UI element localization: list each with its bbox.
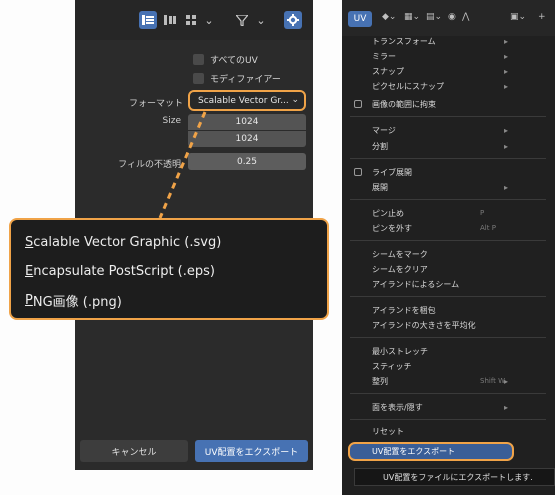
display-mode-list-button[interactable] [139,11,157,29]
menu-item-minimize-stretch[interactable]: 最小ストレッチ [342,344,555,358]
menu-item-seams-from-islands[interactable]: アイランドによるシーム [342,277,555,291]
menu-item-stitch[interactable]: スティッチ [342,359,555,373]
menu-separator [350,199,546,200]
menu-item-unwrap[interactable]: 展開 ▸ [342,180,555,194]
format-option-svg[interactable]: Scalable Vector Graphic (.svg) [11,228,327,257]
menu-item-mark-seam[interactable]: シームをマーク [342,247,555,261]
menu-item-export-uv-layout[interactable]: UV配置をエクスポート [348,442,514,461]
screenshot-stage: ⌄ ⌄ すべてのUV モディファイアー フォーマット Scalable Vect… [0,0,555,495]
filter-button[interactable] [233,11,251,29]
menu-item-merge[interactable]: マージ ▸ [342,123,555,137]
format-option-png[interactable]: P NG画像 (.png) [11,286,327,315]
export-uv-tooltip: UV配置をファイルにエクスポートします. [354,468,555,486]
format-dropdown[interactable]: Scalable Vector Gr... ⌄ [188,90,306,111]
fill-opacity-slider[interactable]: 0.25 [188,153,306,170]
sync-selection-icon[interactable]: ◆⌄ [382,12,396,22]
modifiers-label: モディファイアー [210,74,281,85]
menu-item-average-island-scale[interactable]: アイランドの大きさを平均化 [342,318,555,332]
checkbox-box[interactable] [193,72,204,84]
submenu-arrow-icon: ▸ [504,141,509,151]
thumbnail-list-icon [164,15,176,25]
cancel-button[interactable]: キャンセル [80,440,188,462]
menu-separator [350,393,546,394]
display-mode-thumb-button[interactable] [161,11,179,29]
filter-chevron-icon[interactable]: ⌄ [255,11,267,29]
menu-separator [350,116,546,117]
menu-separator [350,158,546,159]
format-option-eps[interactable]: Encapsulate PostScript (.eps) [11,257,327,286]
menu-separator [350,296,546,297]
size-x-field[interactable]: 1024 [188,114,306,130]
display-mode-grid-button[interactable] [183,11,203,29]
menu-item-snap[interactable]: スナップ ▸ [342,64,555,78]
menu-item-show-hide-faces[interactable]: 面を表示/隠す ▸ [342,400,555,414]
menu-item-unpin[interactable]: ピンを外す Alt P [342,221,555,235]
settings-button[interactable] [284,11,302,29]
menu-item-align[interactable]: 整列 Shift W ▸ [342,374,555,388]
checkbox-box[interactable] [193,53,204,65]
submenu-arrow-icon: ▸ [504,66,509,76]
image-browse-icon[interactable]: ▣⌄ [510,12,526,22]
new-image-icon[interactable]: + [538,12,546,22]
uv-menu-tab[interactable]: UV [348,11,372,27]
list-icon [142,15,154,25]
checkbox-icon[interactable] [354,168,362,176]
menu-separator [350,337,546,338]
filter-icon [236,14,248,26]
modifiers-checkbox[interactable]: モディファイアー [193,69,281,87]
menu-item-live-unwrap[interactable]: ライブ展開 [342,165,555,179]
uv-editor-header: UV ◆⌄ ▦⌄ ▤⌄ ◉ ⋀ ▣⌄ + [342,0,555,36]
submenu-arrow-icon: ▸ [504,51,509,61]
format-options-popup: Scalable Vector Graphic (.svg) Encapsula… [9,218,329,320]
export-uv-button[interactable]: UV配置をエクスポート [195,440,308,462]
size-label: Size [162,116,181,126]
grid-icon [186,15,196,25]
submenu-arrow-icon: ▸ [504,376,509,386]
menu-item-pin[interactable]: ピン止め P [342,206,555,220]
chevron-down-icon[interactable]: ⌄ [203,11,215,29]
gear-icon [287,14,299,26]
menu-item-clear-seam[interactable]: シームをクリア [342,262,555,276]
menu-separator [350,240,546,241]
all-uvs-checkbox[interactable]: すべてのUV [193,50,258,68]
submenu-arrow-icon: ▸ [504,402,509,412]
menu-item-pack-islands[interactable]: アイランドを梱包 [342,303,555,317]
menu-item-reset[interactable]: リセット [342,424,555,438]
file-browser-toolbar: ⌄ ⌄ [75,0,313,40]
sticky-selection-icon[interactable]: ▤⌄ [426,12,442,22]
chevron-down-icon: ⌄ [291,95,299,105]
submenu-arrow-icon: ▸ [504,125,509,135]
menu-item-split[interactable]: 分割 ▸ [342,139,555,153]
menu-item-constrain-to-image[interactable]: 画像の範囲に拘束 [342,97,555,111]
submenu-arrow-icon: ▸ [504,182,509,192]
format-value: Scalable Vector Gr... [198,95,289,106]
submenu-arrow-icon: ▸ [504,81,509,91]
format-label: フォーマット [128,99,183,109]
menu-item-transform[interactable]: トランスフォーム ▸ [342,34,555,48]
uv-menu-panel: UV ◆⌄ ▦⌄ ▤⌄ ◉ ⋀ ▣⌄ + トランスフォーム ▸ ミラー ▸ スナップ… [342,0,555,495]
fill-opacity-label: フィルの不透明 [118,160,181,170]
proportional-edit-icon[interactable]: ◉ [448,12,456,22]
checkbox-icon[interactable] [354,100,362,108]
submenu-arrow-icon: ▸ [504,36,509,46]
select-mode-icon[interactable]: ▦⌄ [404,12,420,22]
dialog-footer: キャンセル UV配置をエクスポート [75,438,313,464]
menu-separator [350,419,546,420]
menu-item-snap-to-pixels[interactable]: ピクセルにスナップ ▸ [342,79,555,93]
size-y-field[interactable]: 1024 [188,131,306,147]
menu-item-mirror[interactable]: ミラー ▸ [342,49,555,63]
all-uvs-label: すべてのUV [210,55,258,66]
pivot-icon[interactable]: ⋀ [462,12,469,22]
